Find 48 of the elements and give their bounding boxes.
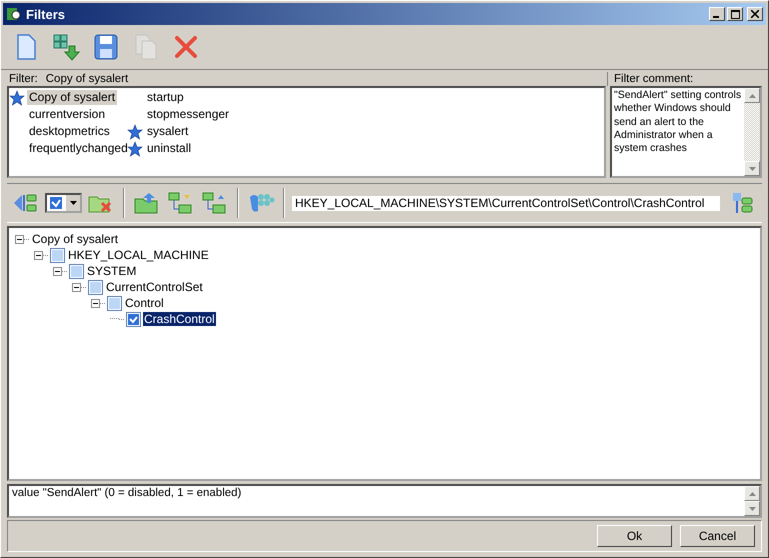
collapse-icon[interactable] bbox=[53, 266, 62, 276]
filter-name: Copy of sysalert bbox=[46, 72, 128, 86]
filter-item[interactable]: uninstall bbox=[145, 141, 194, 156]
cancel-button[interactable]: Cancel bbox=[680, 525, 755, 547]
maximize-icon bbox=[730, 10, 740, 18]
path-field[interactable]: HKEY_LOCAL_MACHINE\SYSTEM\CurrentControlSet\Control\CrashControl bbox=[292, 196, 720, 210]
scrollbar[interactable] bbox=[744, 486, 760, 516]
tree-node[interactable]: HKEY_LOCAL_MACHINE bbox=[67, 248, 210, 262]
filter-item[interactable]: sysalert bbox=[145, 124, 190, 139]
tree-node[interactable]: Control bbox=[124, 296, 165, 310]
ok-button[interactable]: Ok bbox=[597, 525, 672, 547]
close-button[interactable] bbox=[747, 7, 763, 21]
dropdown-arrow-icon bbox=[70, 201, 76, 205]
collapse-icon[interactable] bbox=[34, 250, 43, 260]
app-icon bbox=[6, 6, 22, 22]
minimize-button[interactable] bbox=[709, 7, 725, 21]
filter-item[interactable]: currentversion bbox=[27, 107, 108, 122]
maximize-button[interactable] bbox=[727, 7, 743, 21]
filter-label: Filter: bbox=[9, 72, 38, 86]
scroll-down-icon[interactable] bbox=[744, 161, 760, 176]
filter-item[interactable]: stopmessenger bbox=[145, 107, 232, 122]
checkbox-icon[interactable] bbox=[50, 248, 65, 262]
filter-item[interactable]: Copy of sysalert bbox=[27, 90, 118, 105]
close-icon bbox=[751, 10, 759, 18]
scroll-down-icon[interactable] bbox=[744, 501, 760, 516]
filter-item[interactable]: startup bbox=[145, 90, 186, 105]
checkbox-dropdown[interactable] bbox=[45, 193, 82, 213]
tree-node[interactable]: CrashControl bbox=[143, 312, 216, 326]
tree-node[interactable]: CurrentControlSet bbox=[105, 280, 204, 294]
scroll-up-icon[interactable] bbox=[744, 486, 760, 501]
comment-text: "SendAlert" setting controls whether Windows should send an alert to the Administrator when a system crashes bbox=[613, 88, 742, 156]
checkbox-icon[interactable] bbox=[126, 312, 141, 326]
filter-item[interactable]: desktopmetrics bbox=[27, 124, 112, 139]
checkbox-icon[interactable] bbox=[107, 296, 122, 310]
tree-node[interactable]: SYSTEM bbox=[86, 264, 138, 278]
filter-item[interactable]: frequentlychanged bbox=[27, 141, 130, 156]
checkbox-icon[interactable] bbox=[69, 264, 84, 278]
comment-label: Filter comment: bbox=[613, 72, 694, 86]
collapse-icon[interactable] bbox=[91, 298, 100, 308]
description-text: value "SendAlert" (0 = disabled, 1 = enabled) bbox=[11, 486, 242, 501]
tree-root[interactable]: Copy of sysalert bbox=[31, 232, 120, 246]
window-title: Filters bbox=[26, 6, 66, 22]
checkbox-icon[interactable] bbox=[88, 280, 103, 294]
collapse-icon[interactable] bbox=[15, 234, 24, 244]
scrollbar[interactable] bbox=[744, 88, 760, 176]
checkbox-icon bbox=[50, 197, 62, 209]
scroll-up-icon[interactable] bbox=[744, 88, 760, 103]
collapse-icon[interactable] bbox=[72, 282, 81, 292]
